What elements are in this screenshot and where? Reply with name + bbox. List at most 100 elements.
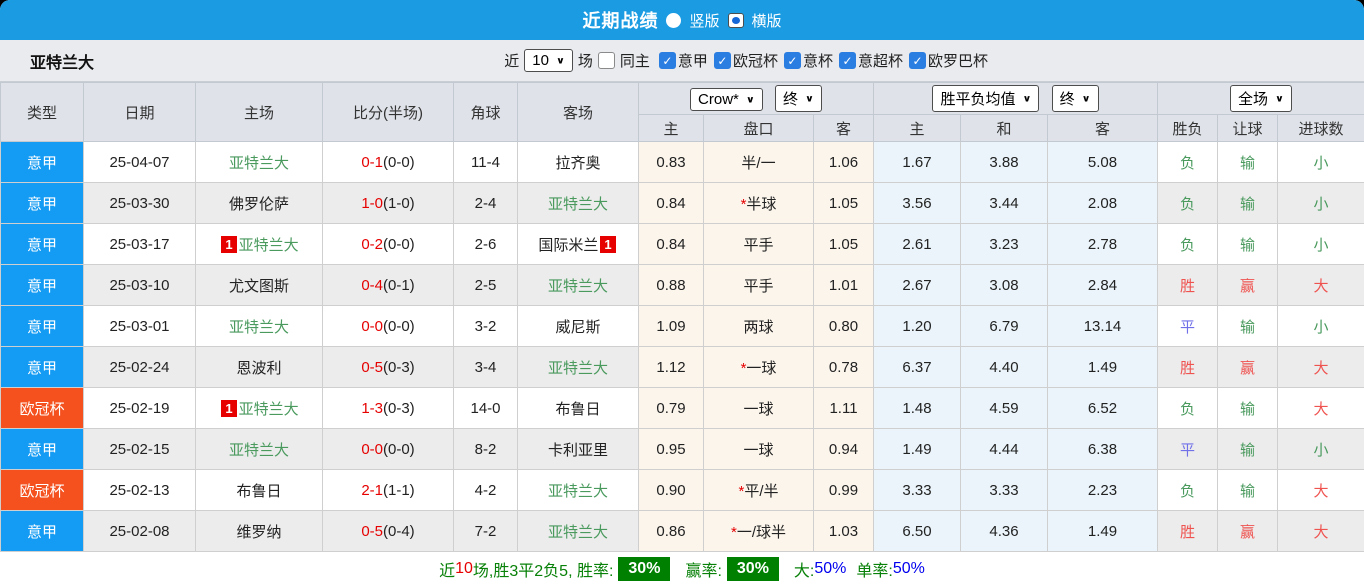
league-checkbox[interactable]: ✓ <box>783 52 801 69</box>
wdl-result: 平 <box>1157 305 1218 347</box>
match-count-select[interactable]: 10 ∨ <box>524 49 573 72</box>
league-checkbox[interactable]: ✓ <box>713 52 731 69</box>
table-row: 欧冠杯 25-02-13 布鲁日 2-1(1-1) 4-2 亚特兰大 0.90 … <box>0 469 1364 511</box>
vertical-layout-label[interactable]: 竖版 <box>689 10 719 31</box>
match-date: 25-03-17 <box>83 223 196 265</box>
league-checkbox[interactable]: ✓ <box>908 52 926 69</box>
home-team-name[interactable]: 佛罗伦萨 <box>229 196 289 213</box>
league-label[interactable]: 意超杯 <box>858 50 903 71</box>
handicap-text: 平/半 <box>744 482 779 500</box>
home-team-name[interactable]: 亚特兰大 <box>239 237 299 254</box>
home-team-name[interactable]: 恩波利 <box>236 360 281 377</box>
home-team-cell: 亚特兰大 <box>195 305 323 347</box>
home-team-cell: 恩波利 <box>195 346 323 388</box>
avg-away-value: 2.84 <box>1047 264 1158 306</box>
handicap-cell: 一球 <box>703 387 814 429</box>
away-team-name[interactable]: 卡利亚里 <box>548 442 608 459</box>
away-team-name[interactable]: 亚特兰大 <box>548 278 608 295</box>
avg-type-select[interactable]: 胜平负均值 ∨ <box>932 85 1040 112</box>
summary-count: 10 <box>455 560 473 577</box>
chevron-down-icon: ∨ <box>1022 93 1032 105</box>
avg-away-value: 2.08 <box>1047 182 1158 224</box>
away-team-cell: 亚特兰大 <box>517 264 639 306</box>
away-team-cell: 卡利亚里 <box>517 428 639 470</box>
goals-result: 大 <box>1276 510 1364 552</box>
handicap-text: 半/一 <box>741 154 776 172</box>
odds-away-value: 1.03 <box>813 510 874 552</box>
home-team-name[interactable]: 亚特兰大 <box>229 442 289 459</box>
avg-away-value: 6.38 <box>1047 428 1158 470</box>
handicap-text: 一球 <box>743 400 774 418</box>
same-home-label[interactable]: 同主 <box>620 50 650 71</box>
corners-cell: 2-5 <box>453 264 518 306</box>
odds-home-value: 0.90 <box>638 469 704 511</box>
league-label[interactable]: 意杯 <box>803 50 833 71</box>
away-team-name[interactable]: 亚特兰大 <box>548 360 608 377</box>
avg-time-select[interactable]: 终 ∨ <box>1051 85 1099 112</box>
chevron-down-icon: ∨ <box>1275 93 1284 105</box>
red-card-badge: 1 <box>600 235 616 253</box>
match-date: 25-02-24 <box>83 346 196 388</box>
league-checkbox[interactable]: ✓ <box>658 52 676 69</box>
league-filters: ✓ 意甲 ✓ 欧冠杯 ✓ 意杯 ✓ 意超杯 ✓ 欧罗巴杯 <box>655 50 988 71</box>
col-home: 主场 <box>195 82 323 142</box>
away-team-name[interactable]: 拉齐奥 <box>555 155 600 172</box>
halftime-score: (0-0) <box>383 440 415 458</box>
col-avg-draw: 和 <box>960 114 1048 142</box>
home-team-name[interactable]: 布鲁日 <box>236 483 281 500</box>
horizontal-layout-label[interactable]: 横版 <box>752 10 782 31</box>
home-team-name[interactable]: 亚特兰大 <box>229 155 289 172</box>
away-team-name[interactable]: 亚特兰大 <box>548 196 608 213</box>
league-label[interactable]: 意甲 <box>678 50 708 71</box>
recent-results-panel: 近期战绩 竖版 横版 亚特兰大 近 10 ∨ 场 同主 ✓ 意甲 ✓ 欧冠杯 ✓ 意杯 ✓ 意… <box>0 0 1364 586</box>
away-team-name[interactable]: 国际米兰 <box>538 237 598 254</box>
halftime-score: (0-0) <box>383 235 415 253</box>
home-team-name[interactable]: 亚特兰大 <box>239 401 299 418</box>
odds-time-select[interactable]: 终 ∨ <box>775 85 822 112</box>
handicap-text: 一球 <box>743 441 774 459</box>
period-select[interactable]: 全场 ∨ <box>1230 85 1292 112</box>
match-date: 25-02-13 <box>83 469 196 511</box>
score-cell: 0-5(0-4) <box>322 510 454 552</box>
col-handicap: 盘口 <box>703 114 814 142</box>
away-team-name[interactable]: 亚特兰大 <box>548 524 608 541</box>
win-rate-badge: 30% <box>618 557 671 581</box>
table-body: 意甲 25-04-07 亚特兰大 0-1(0-0) 11-4 拉齐奥 0.83 … <box>0 141 1364 552</box>
horizontal-layout-radio[interactable] <box>727 12 744 28</box>
vertical-layout-radio[interactable] <box>666 12 682 28</box>
handicap-cell: 平手 <box>703 223 814 265</box>
score-cell: 0-0(0-0) <box>322 305 454 347</box>
away-team-name[interactable]: 亚特兰大 <box>548 483 608 500</box>
league-label[interactable]: 欧冠杯 <box>733 50 778 71</box>
league-checkbox[interactable]: ✓ <box>838 52 856 69</box>
col-corners: 角球 <box>453 82 518 142</box>
fulltime-score: 0-5 <box>361 358 383 376</box>
wdl-result: 负 <box>1157 387 1218 429</box>
fulltime-score: 0-0 <box>361 317 383 335</box>
profit-rate-label: 赢率: <box>685 563 722 580</box>
home-team-name[interactable]: 维罗纳 <box>236 524 281 541</box>
chevron-down-icon: ∨ <box>555 55 565 67</box>
same-home-checkbox[interactable] <box>597 52 615 69</box>
handicap-text: 一球 <box>746 359 777 377</box>
league-label[interactable]: 欧罗巴杯 <box>928 50 988 71</box>
handicap-result: 赢 <box>1217 264 1278 306</box>
title-bar: 近期战绩 竖版 横版 <box>0 0 1364 40</box>
games-label: 场 <box>577 53 593 70</box>
away-team-name[interactable]: 布鲁日 <box>555 401 600 418</box>
red-card-badge: 1 <box>221 235 237 253</box>
away-team-name[interactable]: 威尼斯 <box>555 319 600 336</box>
fulltime-score: 1-0 <box>361 194 383 212</box>
away-team-cell: 亚特兰大 <box>517 182 639 224</box>
league-badge: 意甲 <box>0 182 84 224</box>
table-row: 意甲 25-03-30 佛罗伦萨 1-0(1-0) 2-4 亚特兰大 0.84 … <box>0 182 1364 224</box>
home-team-name[interactable]: 亚特兰大 <box>229 319 289 336</box>
odds-company-select[interactable]: Crow* ∨ <box>690 88 763 111</box>
home-team-cell: 亚特兰大 <box>195 141 323 183</box>
col-date: 日期 <box>83 82 196 142</box>
match-date: 25-02-15 <box>83 428 196 470</box>
home-team-name[interactable]: 尤文图斯 <box>229 278 289 295</box>
fulltime-score: 0-2 <box>361 235 383 253</box>
col-avg-home: 主 <box>873 114 961 142</box>
avg-draw-value: 3.08 <box>960 264 1048 306</box>
